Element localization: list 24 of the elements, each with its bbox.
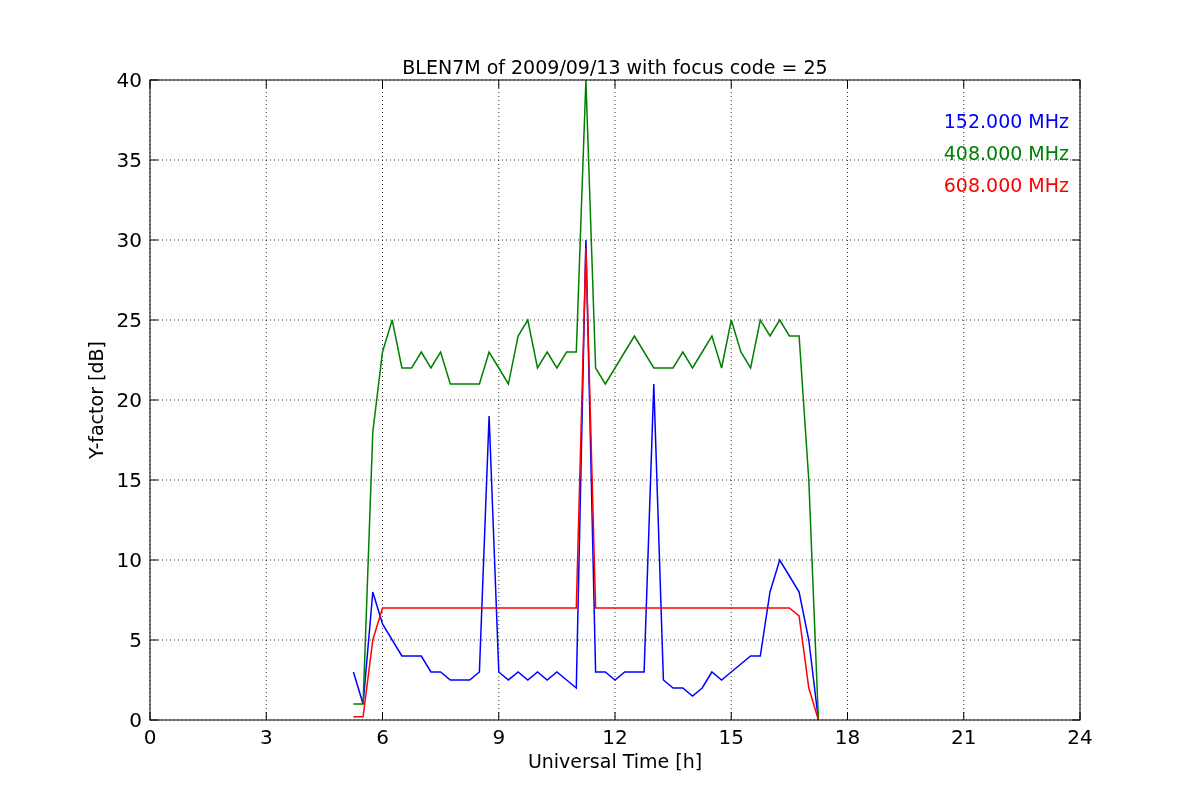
tick-label: 5 [129, 628, 142, 652]
tick-label: 10 [116, 548, 142, 572]
tick-label: 40 [116, 68, 142, 92]
tick-label: 24 [1067, 725, 1093, 749]
tick-label: 0 [143, 725, 157, 749]
axis-label: Universal Time [h] [527, 750, 703, 772]
tick-label: 18 [834, 725, 861, 749]
tick-label: 9 [492, 725, 506, 749]
tick-label: 20 [116, 388, 142, 412]
legend-label: 152.000 MHz [943, 110, 1069, 132]
tick-label: 15 [718, 725, 744, 749]
axis-label: Y-factor [dB] [85, 341, 107, 459]
tick-label: 30 [116, 228, 142, 252]
tick-label: 25 [116, 308, 142, 332]
legend-label: 408.000 MHz [943, 142, 1069, 164]
tick-label: 21 [951, 725, 977, 749]
tick-label: 0 [129, 708, 142, 732]
tick-label: 6 [376, 725, 389, 749]
tick-label: 3 [259, 725, 273, 749]
tick-label: 35 [116, 148, 142, 172]
chart-title: BLEN7M of 2009/09/13 with focus code = 25 [402, 56, 828, 78]
tick-label: 15 [116, 468, 142, 492]
tick-label: 12 [602, 725, 628, 749]
legend-label: 608.000 MHz [943, 174, 1069, 196]
